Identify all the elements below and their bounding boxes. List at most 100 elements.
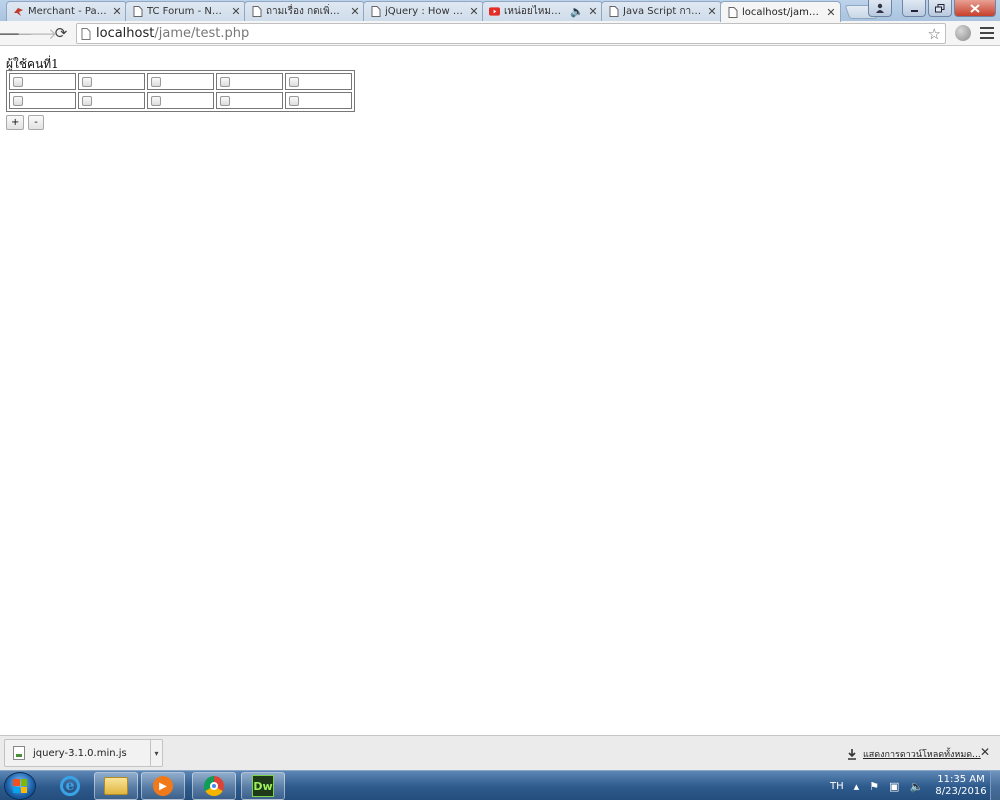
- table-cell: [147, 73, 214, 90]
- checkbox[interactable]: [82, 76, 92, 87]
- url-host: localhost: [96, 26, 155, 41]
- address-bar[interactable]: localhost/jame/test.php ☆: [76, 23, 946, 44]
- bird-favicon-icon: [13, 6, 24, 17]
- internet-explorer-icon: e: [60, 776, 80, 796]
- download-item[interactable]: jquery-3.1.0.min.js ▾: [4, 739, 163, 767]
- checkbox[interactable]: [220, 95, 230, 106]
- reload-icon[interactable]: ⟳: [50, 22, 72, 44]
- url-path: /jame/test.php: [154, 26, 250, 41]
- tab-label: Merchant - Page 2: [28, 6, 108, 17]
- table-cell: [147, 92, 214, 109]
- taskbar-dreamweaver[interactable]: Dw: [241, 772, 285, 800]
- taskbar-internet-explorer[interactable]: e: [48, 772, 92, 800]
- tab-label: Java Script การเพิ่ม: [623, 6, 703, 17]
- checkbox[interactable]: [289, 95, 299, 106]
- volume-icon[interactable]: 🔈: [909, 780, 923, 793]
- windows-logo-icon: [13, 779, 27, 793]
- user-icon[interactable]: [868, 0, 892, 17]
- folder-icon: [104, 777, 128, 795]
- taskbar-media-player[interactable]: ▶: [141, 772, 185, 800]
- browser-toolbar: 🡐 🡒 ⟳ localhost/jame/test.php ☆: [0, 21, 1000, 46]
- close-icon[interactable]: ✕: [231, 5, 241, 18]
- add-row-button[interactable]: +: [6, 115, 24, 130]
- page-content: ผู้ใช้คนที่1 + -: [0, 47, 1000, 735]
- page-icon: [370, 6, 381, 17]
- table-cell: [216, 92, 283, 109]
- close-icon[interactable]: ✕: [350, 5, 360, 18]
- tab-thai-question[interactable]: ถามเรื่อง กดเพิ่ม input ✕: [244, 1, 365, 21]
- remove-row-button[interactable]: -: [28, 115, 44, 130]
- table-cell: [9, 73, 76, 90]
- close-icon[interactable]: ✕: [588, 5, 598, 18]
- start-button[interactable]: [4, 772, 36, 800]
- restore-button[interactable]: [928, 0, 952, 17]
- page-icon: [132, 6, 143, 17]
- tab-tc-forum[interactable]: TC Forum - New Topic ✕: [125, 1, 246, 21]
- extension-icon[interactable]: [955, 25, 971, 41]
- tab-localhost[interactable]: localhost/jame/test ✕: [720, 1, 841, 22]
- tab-label: เหน่อยไหมหัวใจ: [504, 6, 566, 17]
- page-icon: [727, 6, 738, 18]
- minimize-button[interactable]: [902, 0, 926, 17]
- table-cell: [285, 73, 352, 90]
- checkbox[interactable]: [151, 95, 161, 106]
- close-icon[interactable]: ✕: [826, 6, 836, 19]
- browser-titlebar: Merchant - Page 2 ✕ TC Forum - New Topic…: [0, 0, 1000, 22]
- language-indicator[interactable]: TH: [830, 781, 844, 792]
- table-cell: [9, 92, 76, 109]
- show-all-downloads-label: แสดงการดาวน์โหลดทั้งหมด...: [863, 750, 981, 760]
- dreamweaver-icon: Dw: [252, 775, 274, 797]
- taskbar-file-explorer[interactable]: [94, 772, 138, 800]
- action-center-flag-icon[interactable]: ⚑: [869, 780, 879, 793]
- tab-javascript[interactable]: Java Script การเพิ่ม ✕: [601, 1, 722, 21]
- youtube-icon: [489, 6, 500, 17]
- menu-icon[interactable]: [980, 24, 994, 42]
- clock-date: 8/23/2016: [935, 786, 987, 797]
- chrome-icon: [204, 776, 224, 796]
- tab-label: ถามเรื่อง กดเพิ่ม input: [266, 6, 346, 17]
- window-close-button[interactable]: [954, 0, 996, 17]
- checkbox[interactable]: [13, 76, 23, 87]
- tab-jquery[interactable]: jQuery : How to use ✕: [363, 1, 484, 21]
- checkbox[interactable]: [82, 95, 92, 106]
- windows-taskbar: e ▶ Dw TH ▴ ⚑ ▣ 🔈 11:35 AM 8/23/2016: [0, 770, 1000, 800]
- table-row: [9, 73, 352, 90]
- file-icon: [13, 746, 25, 760]
- checkbox-table: [6, 70, 355, 112]
- download-icon: [848, 748, 856, 760]
- taskbar-clock[interactable]: 11:35 AM 8/23/2016: [934, 774, 988, 798]
- close-icon[interactable]: ✕: [980, 745, 990, 759]
- page-icon: [251, 6, 262, 17]
- taskbar-chrome[interactable]: [192, 772, 236, 800]
- system-tray: TH ▴ ⚑ ▣ 🔈: [830, 771, 923, 800]
- close-icon[interactable]: ✕: [112, 5, 122, 18]
- download-shelf: jquery-3.1.0.min.js ▾ แสดงการดาวน์โหลดทั…: [0, 735, 1000, 770]
- checkbox[interactable]: [289, 76, 299, 87]
- window-controls: [868, 0, 996, 17]
- checkbox[interactable]: [13, 95, 23, 106]
- checkbox[interactable]: [220, 76, 230, 87]
- speaker-icon[interactable]: 🔈: [570, 5, 584, 18]
- page-icon: [81, 27, 91, 40]
- network-icon[interactable]: ▣: [889, 780, 899, 793]
- table-cell: [78, 92, 145, 109]
- page-icon: [608, 6, 619, 17]
- bookmark-star-icon[interactable]: ☆: [928, 25, 941, 43]
- show-desktop-button[interactable]: [990, 771, 1000, 800]
- forward-arrow-icon[interactable]: 🡒: [17, 22, 57, 44]
- tab-youtube[interactable]: เหน่อยไหมหัวใจ 🔈 ✕: [482, 1, 603, 21]
- table-cell: [285, 92, 352, 109]
- close-icon[interactable]: ✕: [707, 5, 717, 18]
- tab-label: jQuery : How to use: [385, 6, 465, 17]
- close-icon[interactable]: ✕: [469, 5, 479, 18]
- tab-merchant[interactable]: Merchant - Page 2 ✕: [6, 1, 127, 21]
- media-player-icon: ▶: [153, 776, 173, 796]
- chevron-down-icon[interactable]: ▾: [150, 740, 162, 766]
- checkbox[interactable]: [151, 76, 161, 87]
- show-all-downloads-link[interactable]: แสดงการดาวน์โหลดทั้งหมด...: [847, 747, 981, 761]
- table-row: [9, 92, 352, 109]
- download-file-name: jquery-3.1.0.min.js: [33, 747, 127, 759]
- tab-strip: Merchant - Page 2 ✕ TC Forum - New Topic…: [0, 0, 878, 22]
- chevron-up-icon[interactable]: ▴: [854, 780, 860, 793]
- tab-label: TC Forum - New Topic: [147, 6, 227, 17]
